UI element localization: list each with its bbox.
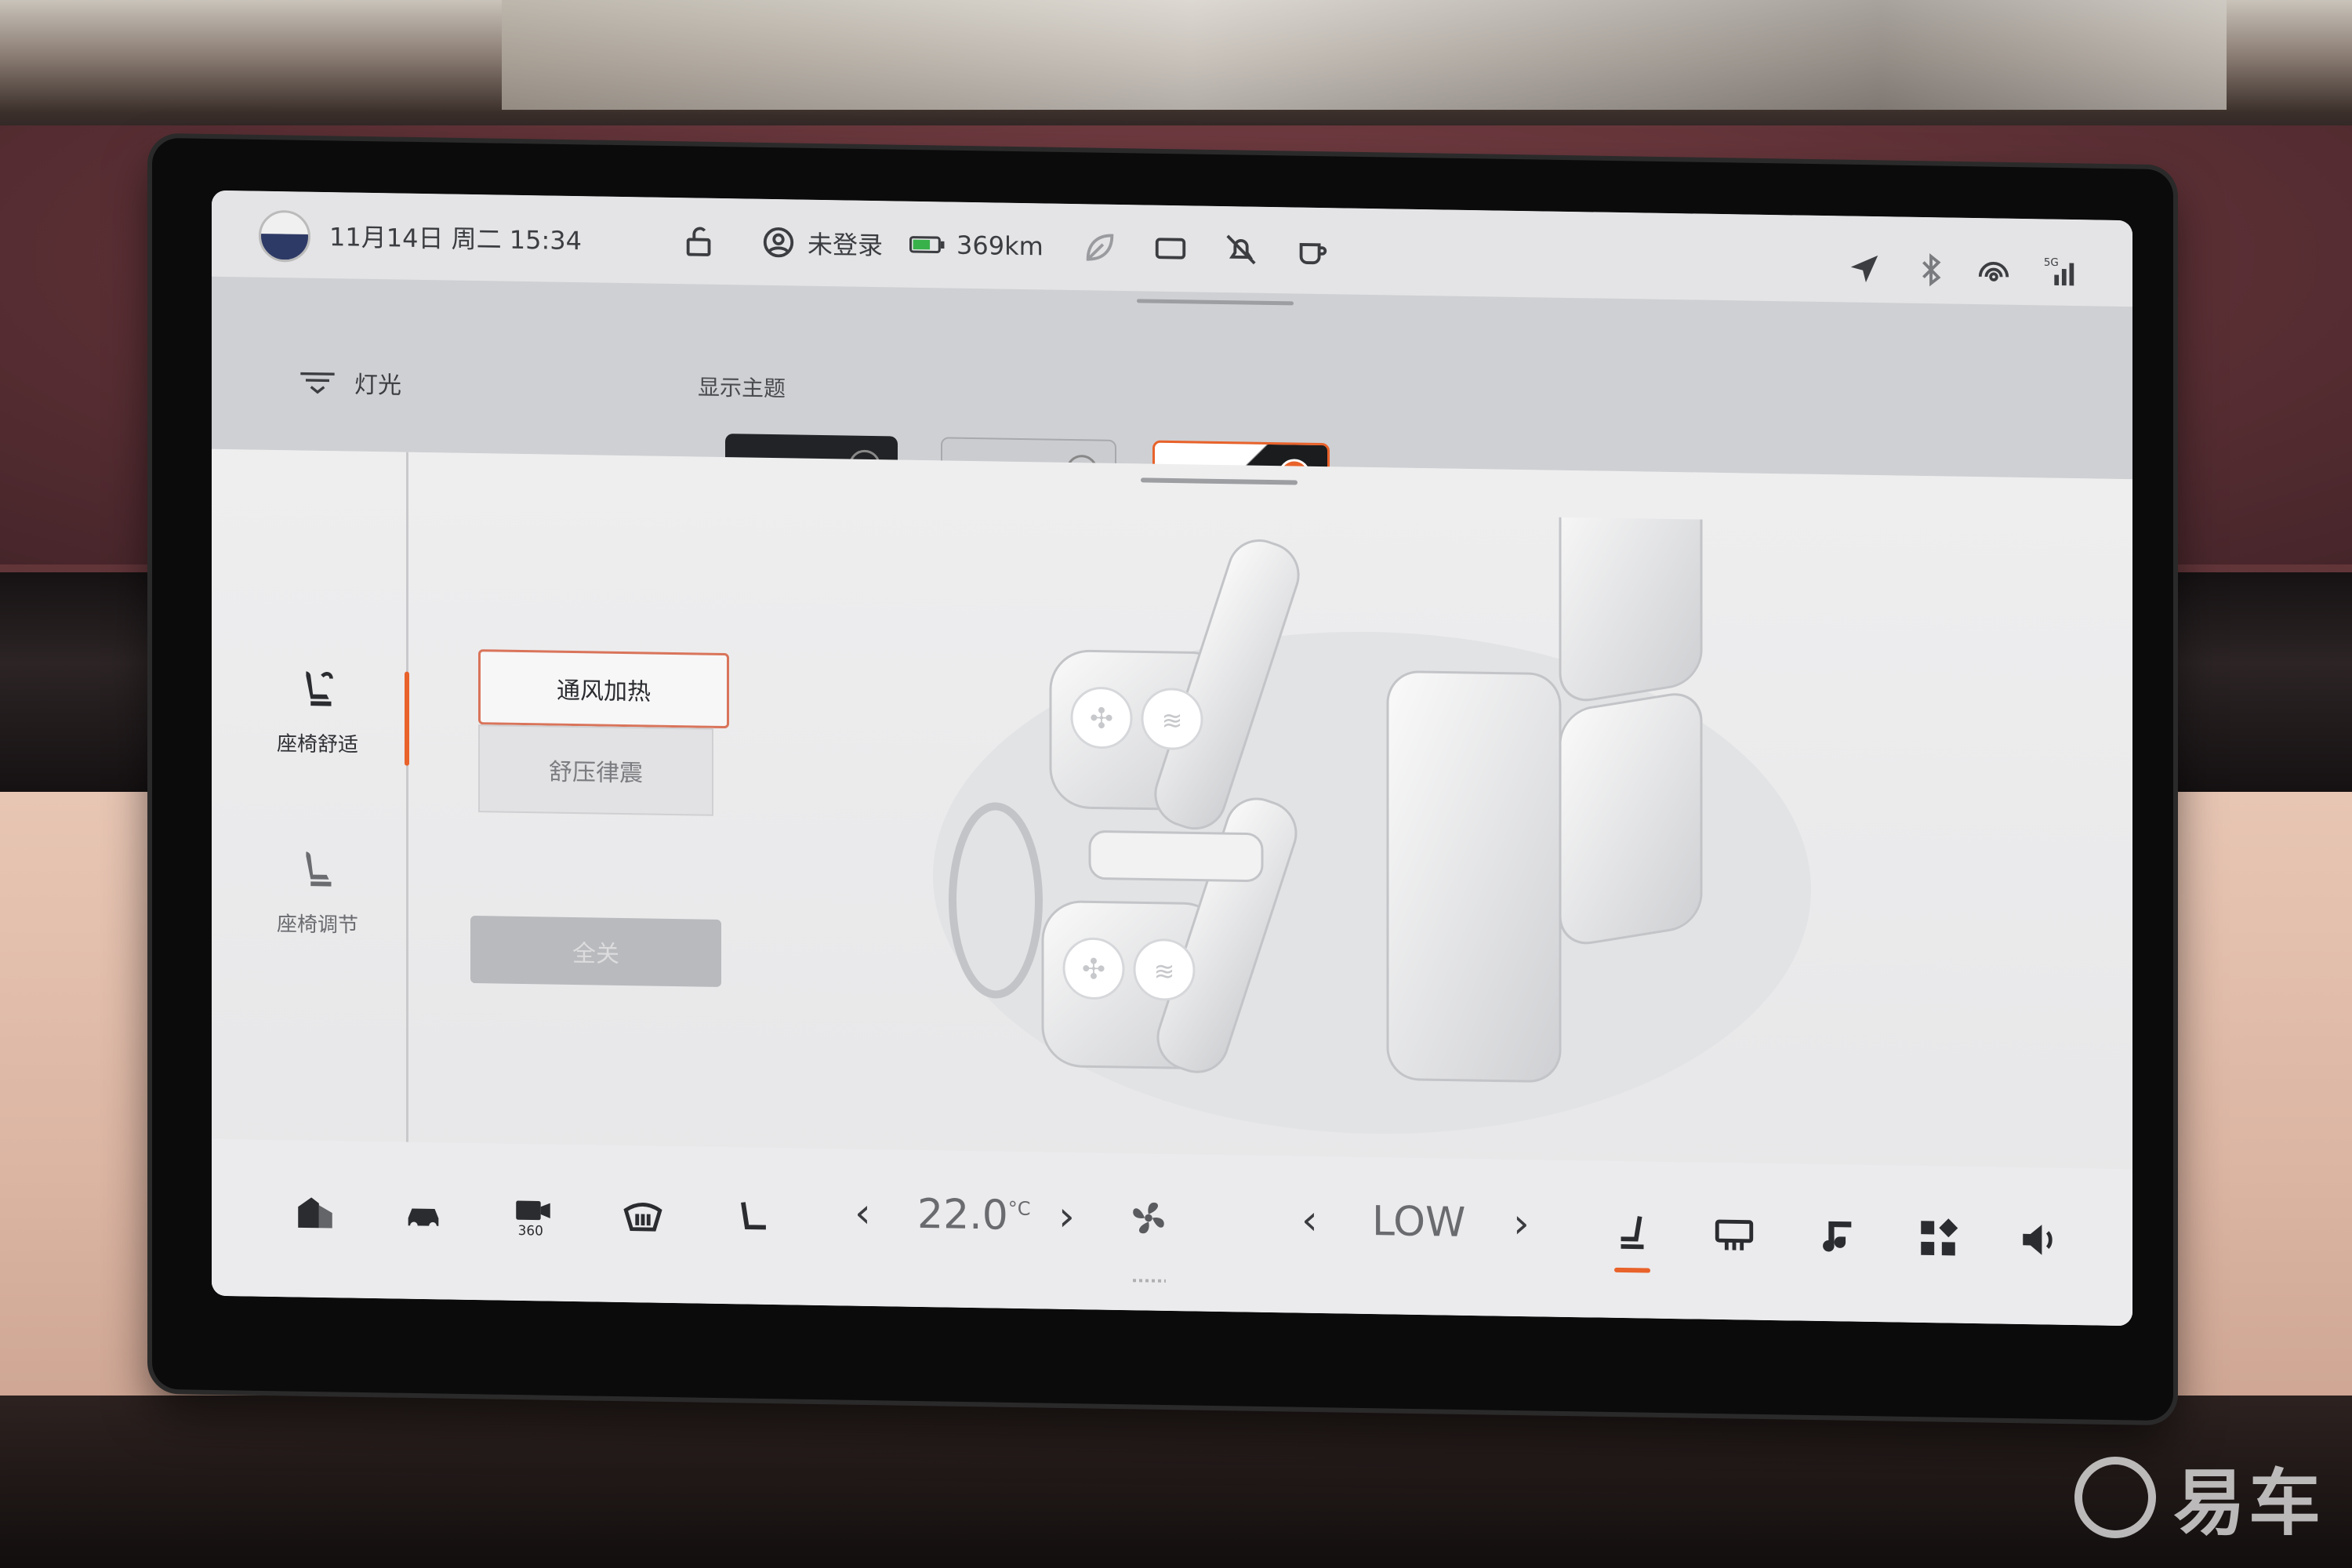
seat-icon xyxy=(741,1202,766,1230)
light-label: 灯光 xyxy=(354,371,401,400)
vehicle-button[interactable] xyxy=(392,1182,455,1246)
svg-text:≋: ≋ xyxy=(1154,956,1175,986)
datetime-text: 11月14日 周二 15:34 xyxy=(329,222,583,256)
home-icon xyxy=(298,1197,332,1229)
unlock-button[interactable] xyxy=(682,223,718,260)
sidebar-item-seat-adjust[interactable]: 座椅调节 xyxy=(243,841,392,938)
range-text: 369km xyxy=(956,230,1044,262)
fan-increase-button[interactable]: › xyxy=(1513,1200,1530,1247)
lighting-drawer[interactable]: 灯光 显示主题 xyxy=(212,276,2132,503)
hotspot-status xyxy=(1976,252,2012,289)
unlock-icon xyxy=(686,227,711,256)
massage-label: 舒压律震 xyxy=(549,758,643,788)
battery-range: 369km xyxy=(909,227,1044,265)
headlight-icon xyxy=(300,372,335,394)
location-arrow-icon xyxy=(1850,255,1878,283)
music-button[interactable] xyxy=(1805,1205,1867,1269)
leaf-icon xyxy=(1086,234,1114,261)
all-off-button[interactable]: 全关 xyxy=(470,915,721,987)
screen-mode-button[interactable] xyxy=(1152,230,1189,267)
rear-defrost-icon xyxy=(1715,1219,1754,1250)
infotainment-screen: 11月14日 周二 15:34 未登录 369km 5G 灯光 显示主题 座椅舒… xyxy=(212,190,2132,1327)
temp-increase-button[interactable]: › xyxy=(1058,1193,1075,1240)
ventilation-heating-label: 通风加热 xyxy=(557,677,651,706)
temperature-value: 22.0 xyxy=(917,1190,1008,1240)
seat-heat-icon xyxy=(1621,1216,1644,1250)
navigation-status xyxy=(1846,251,1882,288)
seat-comfort-icon xyxy=(306,671,333,706)
seat-layout-illustration: ✣ ≋ ✣ ≋ xyxy=(933,507,1811,1134)
svg-text:360: 360 xyxy=(518,1222,543,1239)
bluetooth-icon xyxy=(1922,252,1941,287)
fan-level-display: LOW xyxy=(1372,1198,1466,1247)
svg-text:✣: ✣ xyxy=(1090,702,1113,735)
defrost-front-button[interactable] xyxy=(612,1186,674,1250)
screen-icon xyxy=(1155,238,1186,260)
watermark: 易车 xyxy=(2074,1445,2324,1549)
apps-grid-icon xyxy=(1921,1218,1958,1256)
bottom-dock: 360 ‹ 22.0°C › ‹ LOW › xyxy=(212,1138,2132,1327)
fan-icon xyxy=(1133,1202,1164,1234)
sidebar-divider xyxy=(406,452,408,1158)
console-bottom xyxy=(0,1396,2352,1568)
svg-text:5G: 5G xyxy=(2044,257,2059,269)
home-button[interactable] xyxy=(284,1181,347,1244)
cup-icon xyxy=(1299,242,1327,265)
temperature-unit: °C xyxy=(1007,1197,1031,1220)
climate-handle[interactable] xyxy=(1133,1279,1166,1283)
drawer-handle[interactable] xyxy=(1137,299,1294,306)
avatar xyxy=(259,209,310,263)
volume-icon xyxy=(2023,1225,2053,1255)
fan-decrease-button[interactable]: ‹ xyxy=(1301,1197,1318,1244)
volume-button[interactable] xyxy=(2009,1208,2071,1272)
active-tab-indicator xyxy=(405,671,409,766)
sidebar-label: 座椅调节 xyxy=(276,913,358,938)
passenger-fan-control[interactable]: ✣ xyxy=(1070,687,1133,750)
battery-icon xyxy=(909,236,945,254)
massage-tab[interactable]: 舒压律震 xyxy=(478,724,713,816)
light-settings[interactable]: 灯光 xyxy=(298,364,401,400)
sidebar-item-seat-comfort[interactable]: 座椅舒适 xyxy=(243,661,392,758)
bell-off-icon xyxy=(1226,234,1256,265)
signal-5g-icon: 5G xyxy=(2044,257,2074,286)
climate-button[interactable] xyxy=(1117,1186,1180,1250)
temp-decrease-button[interactable]: ‹ xyxy=(855,1190,871,1237)
camera-360-button[interactable]: 360 xyxy=(502,1185,564,1248)
display-theme-title: 显示主题 xyxy=(698,374,786,402)
windshield-defrost-icon xyxy=(623,1203,662,1232)
driver-fan-control[interactable]: ✣ xyxy=(1062,937,1125,1000)
driver-heat-control[interactable]: ≋ xyxy=(1133,938,1196,1001)
seat-shortcut-button[interactable] xyxy=(721,1188,784,1251)
active-dock-indicator xyxy=(1614,1267,1650,1273)
svg-text:✣: ✣ xyxy=(1082,953,1105,985)
hotspot-icon xyxy=(1978,261,2009,281)
seat-heat-button[interactable] xyxy=(1601,1202,1664,1265)
user-status: 未登录 xyxy=(808,229,884,261)
bluetooth-status xyxy=(1913,252,1949,289)
seat-adjust-icon xyxy=(306,851,332,887)
panel-handle[interactable] xyxy=(1141,477,1298,485)
profile-avatar[interactable] xyxy=(259,209,310,263)
sidebar-label: 座椅舒适 xyxy=(276,732,358,757)
account-button[interactable]: 未登录 xyxy=(760,224,883,262)
all-off-label: 全关 xyxy=(572,939,619,968)
user-icon xyxy=(763,227,794,258)
apps-button[interactable] xyxy=(1907,1207,1969,1270)
datetime: 11月14日 周二 15:34 xyxy=(329,217,582,257)
temperature-display: 22.0°C xyxy=(917,1191,1031,1240)
car-icon xyxy=(408,1208,439,1230)
svg-text:≋: ≋ xyxy=(1162,706,1183,735)
rear-defrost-button[interactable] xyxy=(1703,1203,1766,1267)
ventilation-heating-tab[interactable]: 通风加热 xyxy=(478,649,729,729)
watermark-text: 易车 xyxy=(2172,1461,2324,1545)
cellular-status: 5G xyxy=(2042,253,2078,290)
music-note-icon xyxy=(1823,1221,1852,1252)
camera-360-icon: 360 xyxy=(516,1200,550,1239)
notification-mute-button[interactable] xyxy=(1223,231,1259,268)
eco-mode-button[interactable] xyxy=(1082,229,1118,266)
passenger-heat-control[interactable]: ≋ xyxy=(1141,688,1203,750)
windshield-view xyxy=(502,0,2227,110)
yiche-logo-icon xyxy=(2074,1456,2156,1538)
cup-holder-button[interactable] xyxy=(1294,232,1330,269)
